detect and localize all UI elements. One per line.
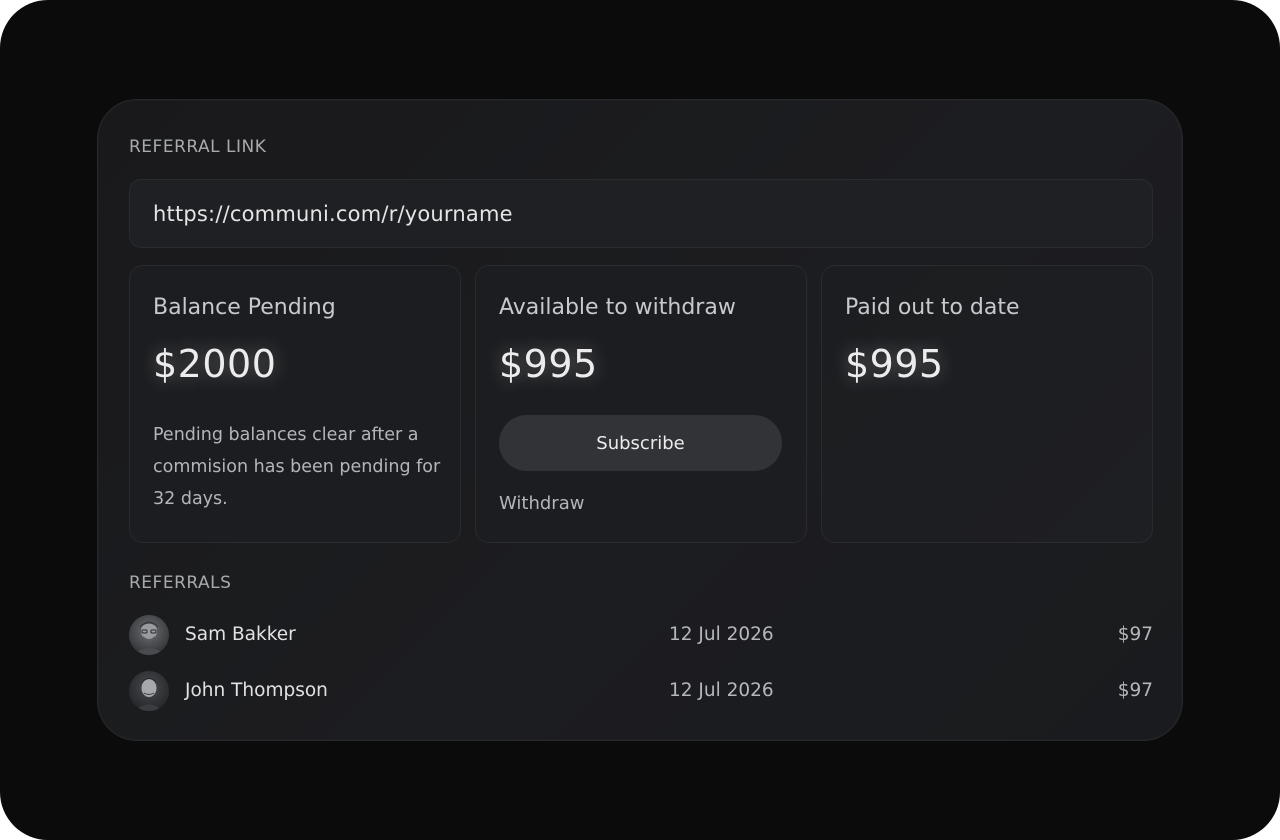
app-frame: REFERRAL LINK https://communi.com/r/your… [0, 0, 1280, 840]
referral-amount: $97 [1117, 680, 1153, 701]
referral-name: Sam Bakker [185, 624, 296, 645]
referral-amount: $97 [1117, 624, 1153, 645]
available-to-withdraw-title: Available to withdraw [499, 295, 736, 320]
available-to-withdraw-card: Available to withdraw $995 Subscribe Wit… [475, 265, 807, 543]
referral-row[interactable]: Sam Bakker 12 Jul 2026 $97 [129, 614, 1153, 658]
paid-out-card: Paid out to date $995 [821, 265, 1153, 543]
referral-row[interactable]: John Thompson 12 Jul 2026 $97 [129, 670, 1153, 714]
person-avatar-icon [129, 671, 169, 711]
balance-pending-note: Pending balances clear after a commision… [153, 425, 441, 509]
avatar [129, 615, 169, 655]
withdraw-link[interactable]: Withdraw [499, 493, 584, 514]
balance-pending-card: Balance Pending $2000 Pending balances c… [129, 265, 461, 543]
balance-pending-title: Balance Pending [153, 295, 336, 320]
avatar [129, 671, 169, 711]
referral-link-url: https://communi.com/r/yourname [153, 201, 513, 226]
referral-link-label: REFERRAL LINK [129, 137, 267, 157]
referrals-label: REFERRALS [129, 573, 232, 593]
referral-link-field[interactable]: https://communi.com/r/yourname [129, 179, 1153, 248]
balance-pending-value: $2000 [153, 342, 277, 386]
person-avatar-icon [129, 615, 169, 655]
paid-out-value: $995 [845, 342, 944, 386]
paid-out-title: Paid out to date [845, 295, 1020, 320]
referral-date: 12 Jul 2026 [669, 624, 774, 645]
referral-name: John Thompson [185, 680, 328, 701]
available-to-withdraw-value: $995 [499, 342, 598, 386]
subscribe-button[interactable]: Subscribe [499, 415, 782, 471]
referral-dashboard-card: REFERRAL LINK https://communi.com/r/your… [97, 99, 1183, 741]
referral-date: 12 Jul 2026 [669, 680, 774, 701]
